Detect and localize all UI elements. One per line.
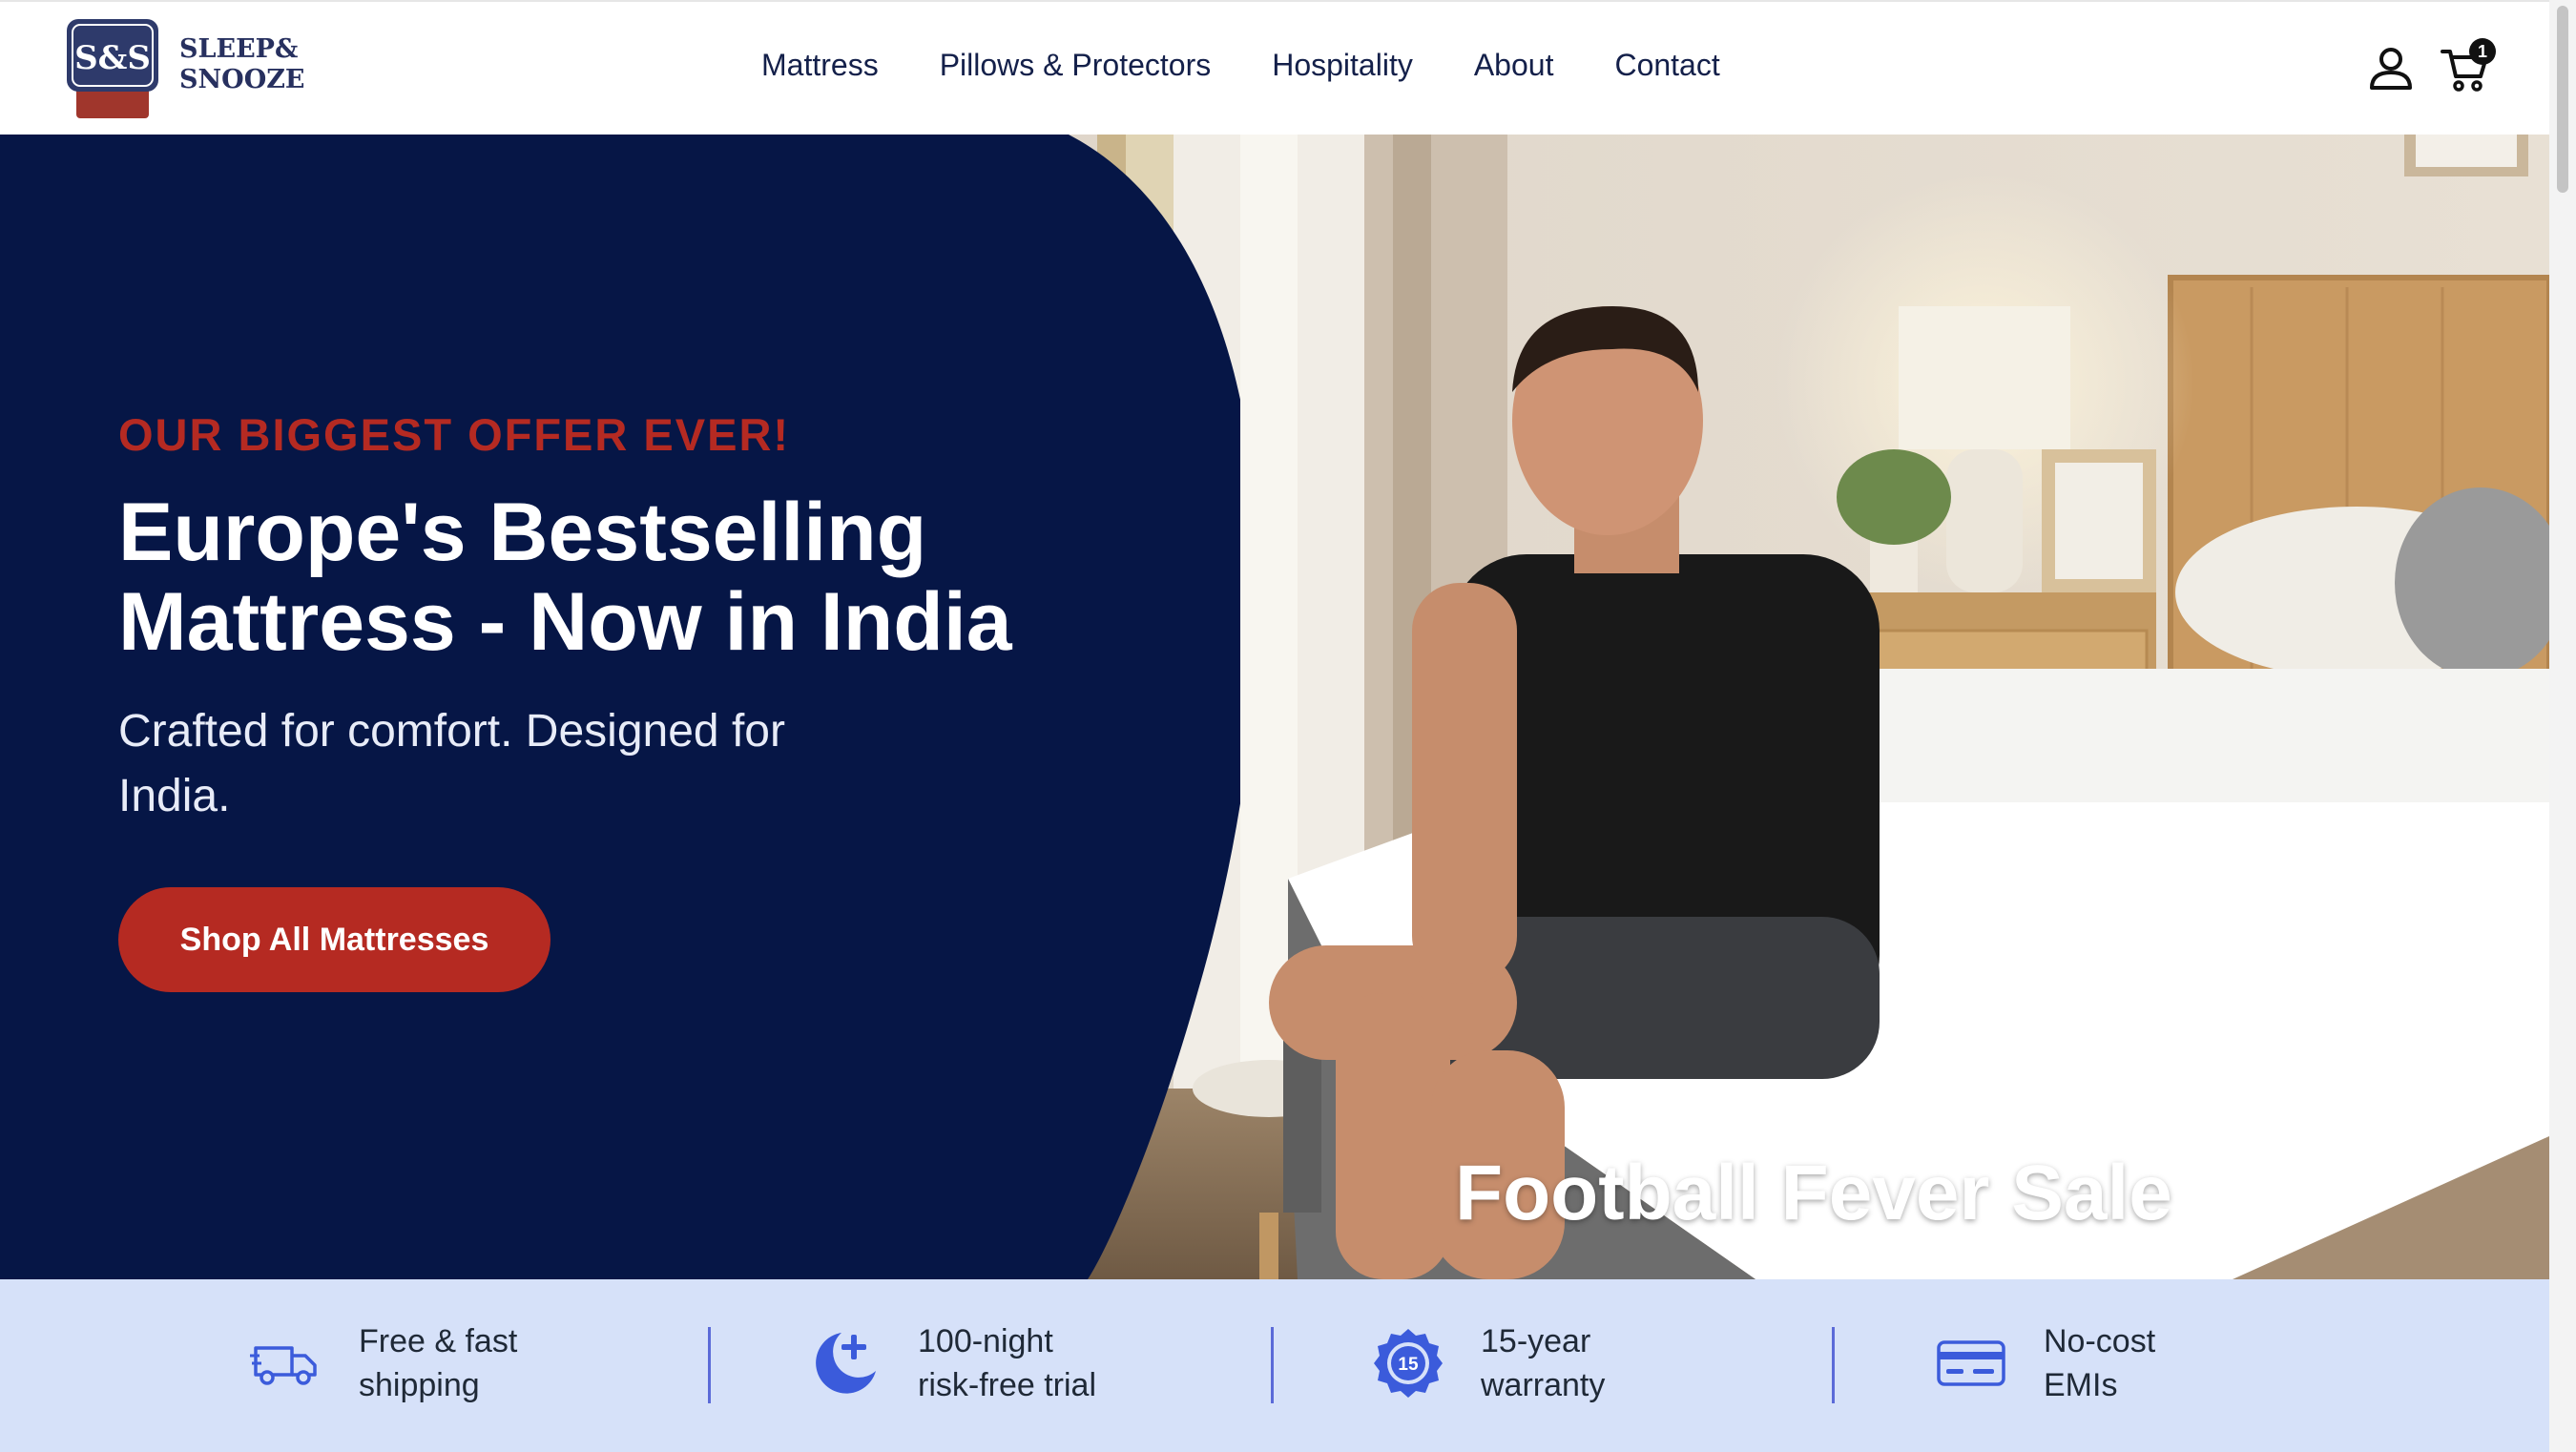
feature-emi-line-1: No-cost <box>2044 1323 2156 1359</box>
nav-item-about[interactable]: About <box>1474 48 1554 83</box>
hero-copy: OUR BIGGEST OFFER EVER! Europe's Bestsel… <box>118 408 1072 829</box>
scrollbar-thumb[interactable] <box>2557 6 2568 193</box>
feature-trial-text: 100-night risk-free trial <box>918 1319 1166 1407</box>
feature-divider <box>708 1327 711 1403</box>
hero-banner: OUR BIGGEST OFFER EVER! Europe's Bestsel… <box>0 135 2549 1279</box>
credit-card-icon <box>1937 1340 2005 1386</box>
logo-line-2: SNOOZE <box>179 65 305 94</box>
logo-wordmark: SLEEP& SNOOZE <box>179 34 305 95</box>
warranty-badge-icon: 15 <box>1374 1329 1443 1398</box>
feature-trial-line-2: risk-free trial <box>918 1367 1097 1403</box>
brand-logo[interactable]: S&S SLEEP& SNOOZE <box>65 17 313 120</box>
hero-title-line-1: Europe's Bestselling <box>118 487 927 578</box>
feature-emi: No-cost EMIs <box>1935 1316 2292 1411</box>
feature-trial: 100-night risk-free trial <box>809 1316 1166 1411</box>
feature-divider <box>1832 1327 1835 1403</box>
feature-warranty-text: 15-year warranty <box>1481 1319 1729 1407</box>
logo-monogram: S&S <box>74 39 151 77</box>
page-scrollbar[interactable] <box>2549 0 2576 1452</box>
cart-count-badge: 1 <box>2469 38 2496 65</box>
hero-title: Europe's Bestselling Mattress - Now in I… <box>118 487 1072 667</box>
features-strip: Free & fast shipping 100-night risk-free… <box>0 1279 2549 1452</box>
shop-all-mattresses-button[interactable]: Shop All Mattresses <box>118 887 551 992</box>
moon-plus-icon <box>816 1333 876 1394</box>
nav-item-mattress[interactable]: Mattress <box>761 48 879 83</box>
feature-warranty-line-1: 15-year <box>1481 1323 1591 1359</box>
feature-warranty-line-2: warranty <box>1481 1367 1606 1403</box>
truck-icon <box>250 1346 317 1385</box>
feature-shipping-line-1: Free & fast <box>359 1323 518 1359</box>
feature-warranty: 15 15-year warranty <box>1372 1316 1729 1411</box>
feature-emi-line-2: EMIs <box>2044 1367 2118 1403</box>
feature-trial-line-1: 100-night <box>918 1323 1053 1359</box>
feature-shipping: Free & fast shipping <box>250 1316 607 1411</box>
nav-item-pillows-protectors[interactable]: Pillows & Protectors <box>940 48 1212 83</box>
main-nav: Mattress Pillows & Protectors Hospitalit… <box>761 48 1720 83</box>
feature-shipping-line-2: shipping <box>359 1367 480 1403</box>
feature-shipping-text: Free & fast shipping <box>359 1319 607 1407</box>
sale-banner-text: Football Fever Sale <box>1455 1150 2172 1236</box>
cart-button[interactable]: 1 <box>2441 38 2496 93</box>
feature-divider <box>1271 1327 1274 1403</box>
hero-subtitle: Crafted for comfort. Designed for India. <box>118 706 785 821</box>
nav-item-contact[interactable]: Contact <box>1614 48 1719 83</box>
site-header: S&S SLEEP& SNOOZE Mattress Pillows & Pro… <box>0 0 2549 135</box>
user-icon <box>2370 48 2412 90</box>
nav-item-hospitality[interactable]: Hospitality <box>1272 48 1413 83</box>
hero-title-line-2: Mattress - Now in India <box>118 576 1012 668</box>
account-button[interactable] <box>2366 44 2416 93</box>
logo-line-1: SLEEP& <box>179 34 299 64</box>
logo-badge-icon: S&S <box>67 19 158 118</box>
warranty-badge-number: 15 <box>1398 1355 1419 1375</box>
hero-eyebrow: OUR BIGGEST OFFER EVER! <box>118 409 791 460</box>
feature-emi-text: No-cost EMIs <box>2044 1319 2292 1407</box>
